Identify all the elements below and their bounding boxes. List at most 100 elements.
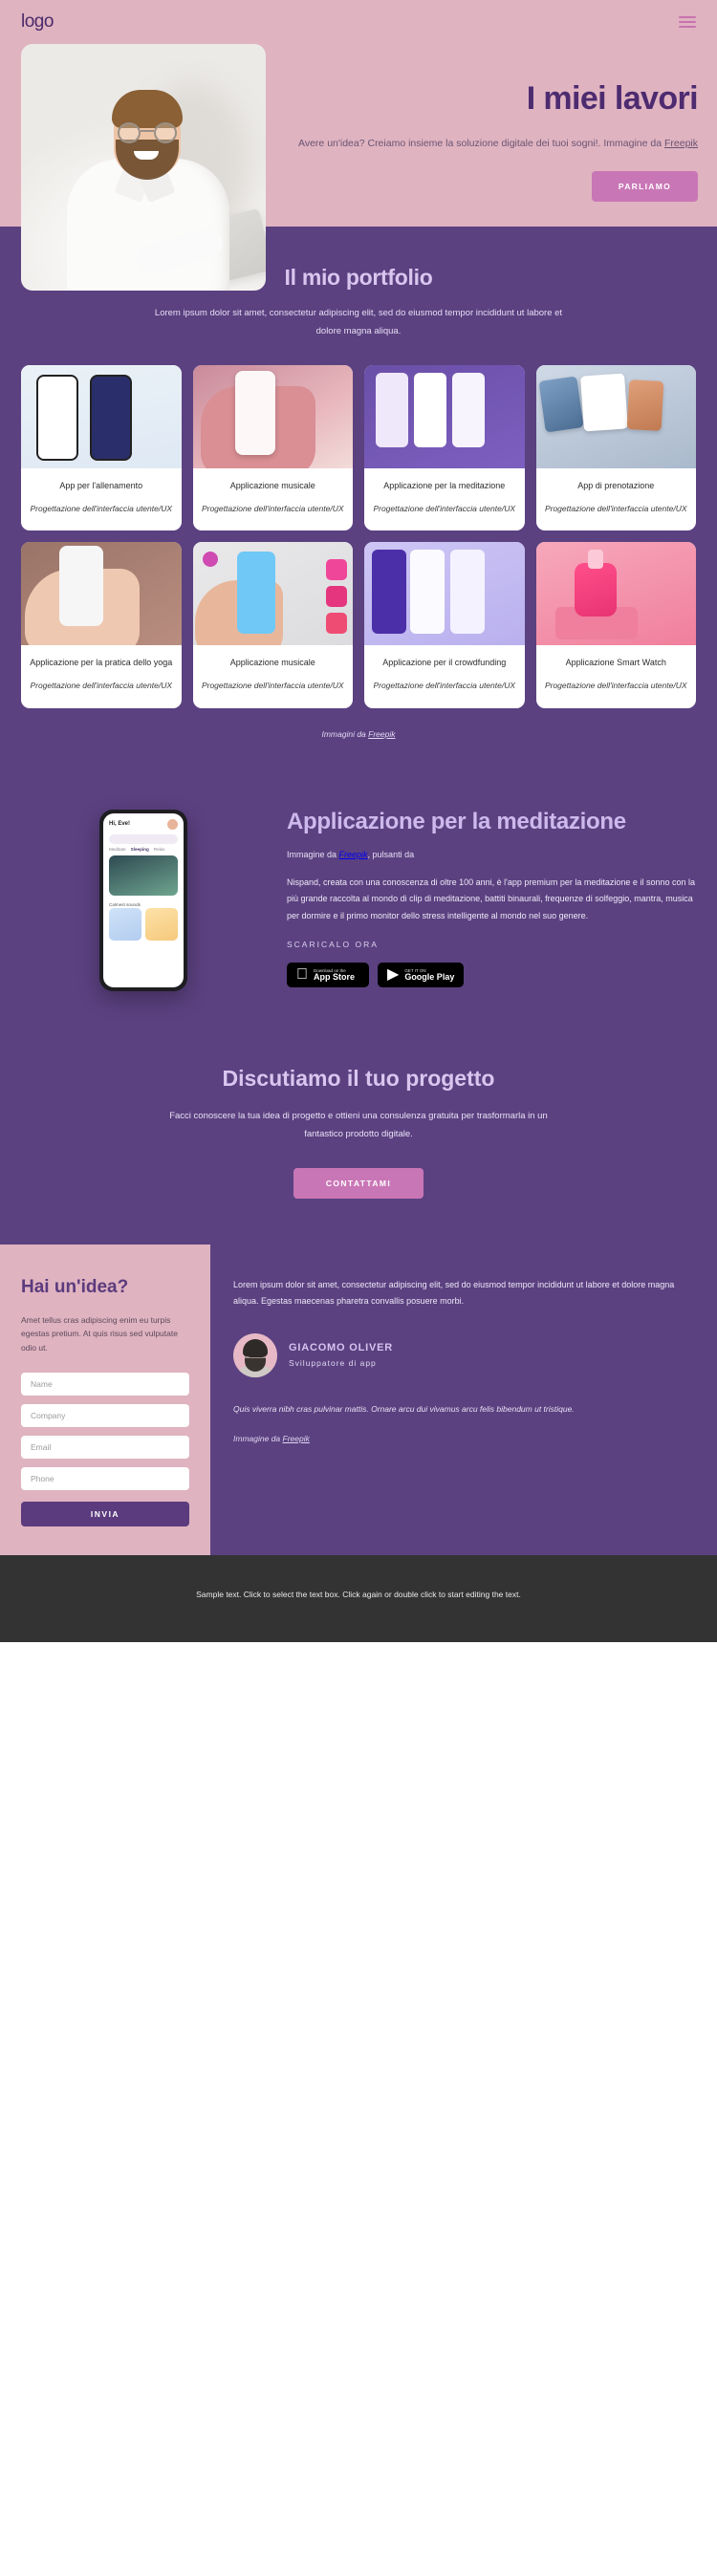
card-title: App di prenotazione xyxy=(577,481,655,491)
glasses-right-lens xyxy=(154,122,177,143)
card-mock xyxy=(537,376,584,433)
apple-icon:  xyxy=(296,967,308,983)
phone-card[interactable] xyxy=(109,907,141,941)
freepik-link[interactable]: Freepik xyxy=(368,729,395,739)
hair xyxy=(112,90,183,128)
meditation-title: Applicazione per la meditazione xyxy=(287,808,626,834)
meditation-phone-wrap: Hi, Eve! Meditate Sleeping Relax Calmest… xyxy=(0,800,287,991)
card-title: Applicazione per il crowdfunding xyxy=(382,658,507,668)
card-thumbnail xyxy=(364,365,525,469)
store-badges:  Download on the App Store ▶ GET IT ON … xyxy=(287,963,696,988)
person-details: GIACOMO OLIVER Sviluppatore di app xyxy=(289,1342,393,1368)
avatar-glasses-icon xyxy=(248,1351,265,1357)
card-mock xyxy=(579,373,628,432)
navbar: logo xyxy=(0,0,717,44)
download-label: SCARICALO ORA xyxy=(287,940,379,950)
hamburger-menu-icon[interactable] xyxy=(679,16,696,28)
portfolio-card[interactable]: Applicazione musicale Progettazione dell… xyxy=(192,542,353,708)
card-meta: Progettazione dell'interfaccia utente/UX xyxy=(30,681,173,691)
card-title: Applicazione Smart Watch xyxy=(565,658,666,668)
contact-form-panel: Hai un'idea? Amet tellus cras adipiscing… xyxy=(0,1244,210,1556)
freepik-link[interactable]: Freepik xyxy=(283,1434,310,1443)
freepik-link[interactable]: Freepik xyxy=(664,138,698,149)
credit-prefix: Immagine da xyxy=(287,849,339,859)
card-body: Applicazione musicale Progettazione dell… xyxy=(193,468,354,530)
phone-search-bar[interactable] xyxy=(109,833,178,844)
meditation-credit: Immagine da Freepik, pulsanti da xyxy=(287,850,696,859)
portfolio-card[interactable]: Applicazione per la meditazione Progetta… xyxy=(364,365,525,531)
app-tile xyxy=(326,613,347,635)
card-title: Applicazione musicale xyxy=(229,658,315,668)
card-title: Applicazione per la meditazione xyxy=(383,481,506,491)
card-body: App di prenotazione Progettazione dell'i… xyxy=(536,468,697,530)
contact-title: Hai un'idea? xyxy=(21,1276,129,1297)
card-thumbnail xyxy=(21,365,182,469)
avatar xyxy=(233,1332,277,1377)
card-thumbnail xyxy=(535,542,696,646)
phone-card[interactable] xyxy=(145,907,178,941)
google-play-badge[interactable]: ▶ GET IT ON Google Play xyxy=(378,963,465,988)
email-field[interactable] xyxy=(21,1436,189,1460)
app-tile xyxy=(326,559,347,581)
app-store-small: Download on the xyxy=(302,967,346,973)
card-body: Applicazione per il crowdfunding Progett… xyxy=(364,645,525,707)
testimonial-quote: Quis viverra nibh cras pulvinar mattis. … xyxy=(233,1403,575,1414)
card-meta: Progettazione dell'interfaccia utente/UX xyxy=(30,504,173,514)
card-mock xyxy=(626,379,663,431)
card-thumbnail xyxy=(21,542,182,646)
card-thumbnail xyxy=(364,542,525,646)
phone-tab-relax[interactable]: Relax xyxy=(154,847,165,852)
google-play-small: GET IT ON xyxy=(404,967,426,973)
company-field[interactable] xyxy=(21,1404,189,1428)
phone-mock xyxy=(410,550,445,635)
phone-mock xyxy=(90,375,132,462)
name-field[interactable] xyxy=(21,1373,189,1396)
freepik-link[interactable]: Freepik xyxy=(339,850,368,859)
card-body: App per l'allenamento Progettazione dell… xyxy=(21,468,182,530)
credit-text: Immagini da xyxy=(321,728,369,739)
discuss-section: Discutiamo il tuo progetto Facci conosce… xyxy=(0,1032,717,1245)
card-thumbnail xyxy=(192,542,353,646)
meditation-text: Applicazione per la meditazione Immagine… xyxy=(287,800,717,991)
phone-section-label: Calmest sounds xyxy=(109,901,141,907)
phone-card-row xyxy=(103,907,184,941)
phone-avatar xyxy=(167,818,178,830)
meditation-body: Nispand, creata con una conoscenza di ol… xyxy=(287,877,695,920)
portfolio-card[interactable]: App di prenotazione Progettazione dell'i… xyxy=(535,365,697,531)
contact-lead: Lorem ipsum dolor sit amet, consectetur … xyxy=(233,1279,675,1307)
portfolio-card[interactable]: Applicazione Smart Watch Progettazione d… xyxy=(535,542,697,708)
phone-mock xyxy=(59,546,103,627)
phone-tab-meditate[interactable]: Meditate xyxy=(109,847,126,852)
discuss-body: Facci conoscere la tua idea di progetto … xyxy=(169,1110,548,1139)
portfolio-card[interactable]: App per l'allenamento Progettazione dell… xyxy=(21,365,182,531)
phone-tab-sleeping[interactable]: Sleeping xyxy=(131,847,149,852)
card-thumbnail xyxy=(192,365,353,469)
phone-field[interactable] xyxy=(21,1467,189,1491)
portfolio-card[interactable]: Applicazione per la pratica dello yoga P… xyxy=(21,542,182,708)
portfolio-card[interactable]: Applicazione per il crowdfunding Progett… xyxy=(364,542,525,708)
site-logo[interactable]: logo xyxy=(21,11,54,32)
card-thumbnail xyxy=(535,365,696,469)
google-play-big: Google Play xyxy=(404,971,455,982)
image-credit: Immagine da Freepik xyxy=(233,1434,696,1443)
hero-cta-button[interactable]: PARLIAMO xyxy=(591,171,698,203)
credit-suffix: , pulsanti da xyxy=(367,849,415,859)
hero-photo xyxy=(21,44,266,291)
footer-text: Sample text. Click to select the text bo… xyxy=(196,1590,521,1600)
submit-button[interactable]: INVIA xyxy=(21,1502,189,1527)
app-store-badge[interactable]:  Download on the App Store xyxy=(287,963,369,988)
card-body: Applicazione Smart Watch Progettazione d… xyxy=(536,645,697,707)
phone-screen: Hi, Eve! Meditate Sleeping Relax Calmest… xyxy=(103,812,184,987)
card-body: Applicazione per la pratica dello yoga P… xyxy=(21,645,182,707)
card-meta: Progettazione dell'interfaccia utente/UX xyxy=(373,504,516,514)
portfolio-credit: Immagini da Freepik xyxy=(0,729,717,739)
burger-line xyxy=(679,16,696,18)
meditation-section: Hi, Eve! Meditate Sleeping Relax Calmest… xyxy=(0,770,717,1033)
contact-me-button[interactable]: CONTATTAMI xyxy=(293,1167,424,1199)
portfolio-card[interactable]: Applicazione musicale Progettazione dell… xyxy=(192,365,354,531)
phone-banner xyxy=(109,855,178,896)
discuss-cta-wrap: CONTATTAMI xyxy=(0,1167,717,1199)
phone-header: Hi, Eve! xyxy=(103,813,184,832)
contact-section: Hai un'idea? Amet tellus cras adipiscing… xyxy=(0,1244,717,1556)
card-meta: Progettazione dell'interfaccia utente/UX xyxy=(544,504,687,514)
